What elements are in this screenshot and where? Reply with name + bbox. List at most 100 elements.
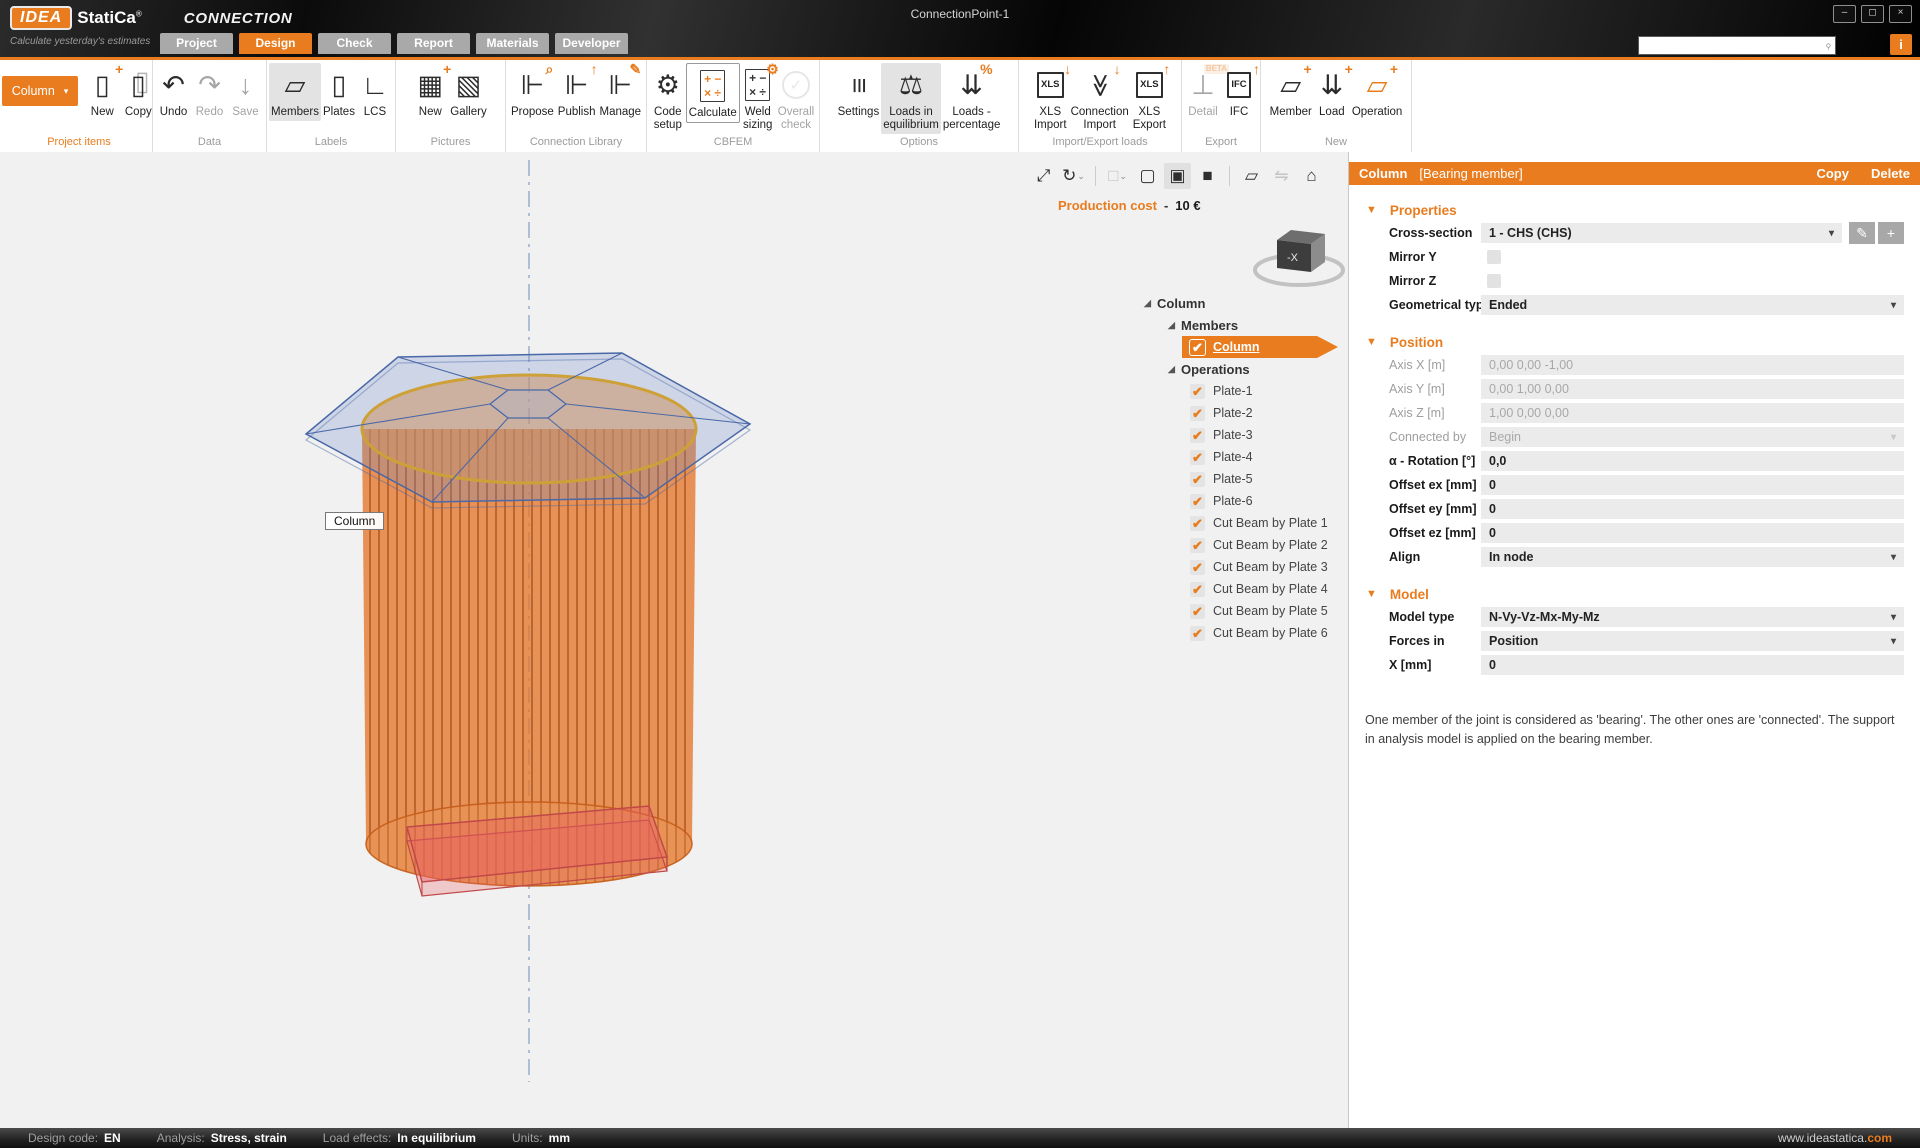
- checkbox-plate-1[interactable]: ✔: [1190, 383, 1205, 399]
- checkbox-cut-beam-by-plate-5[interactable]: ✔: [1190, 603, 1205, 619]
- delete-member-button[interactable]: Delete: [1871, 166, 1910, 181]
- project-items-selector[interactable]: Column ▾: [1, 76, 79, 106]
- gallery-button[interactable]: ▧ Gallery: [448, 63, 488, 121]
- search-input[interactable]: [1639, 39, 1823, 52]
- members-button[interactable]: ▱ Members: [269, 63, 321, 122]
- expander-icon[interactable]: ◢: [1168, 320, 1181, 331]
- tab-project[interactable]: Project: [160, 33, 233, 54]
- tree-item-plate-3[interactable]: ✔ Plate-3: [1138, 424, 1348, 446]
- website-link[interactable]: www.ideastatica.com: [1778, 1131, 1892, 1145]
- propose-connection-button[interactable]: ⊩ ⌕ Propose: [509, 62, 556, 121]
- dropdown-cross-section[interactable]: 1 - CHS (CHS) ▾: [1481, 223, 1842, 243]
- tree-item-plate-1[interactable]: ✔ Plate-1: [1138, 380, 1348, 402]
- wireframe-view-button[interactable]: ▢: [1134, 163, 1161, 189]
- code-setup-button[interactable]: ⚙ Code setup: [650, 63, 686, 134]
- checkbox-column[interactable]: ✔: [1189, 338, 1206, 356]
- checkbox-cut-beam-by-plate-1[interactable]: ✔: [1190, 515, 1205, 531]
- section-header-properties[interactable]: ▼ Properties: [1349, 199, 1920, 221]
- navigation-cube[interactable]: -X: [1247, 210, 1347, 296]
- transparent-view-button[interactable]: ▣: [1164, 163, 1191, 189]
- tab-developer[interactable]: Developer: [555, 33, 628, 54]
- checkbox-mirror-z[interactable]: [1487, 274, 1501, 288]
- new-member-button[interactable]: ▱ + Member: [1268, 62, 1314, 121]
- input-x-mm[interactable]: 0: [1481, 655, 1904, 675]
- manage-connection-button[interactable]: ⊩ ✎ Manage: [598, 62, 644, 121]
- add-cross-section-button[interactable]: +: [1878, 222, 1904, 244]
- expander-icon[interactable]: ◢: [1144, 298, 1157, 309]
- plates-button[interactable]: ▯ Plates: [321, 63, 357, 121]
- dropdown-geometrical-type[interactable]: Ended ▾: [1481, 295, 1904, 315]
- connection-import-button[interactable]: ≪ ↓ Connection Import: [1069, 62, 1131, 134]
- weld-sizing-button[interactable]: + − × ÷ ⚙ Weld sizing: [740, 62, 779, 134]
- info-button[interactable]: i: [1890, 34, 1912, 55]
- checkbox-plate-5[interactable]: ✔: [1190, 471, 1205, 487]
- tree-item-column[interactable]: ✔ Column: [1138, 336, 1348, 358]
- new-load-button[interactable]: ⇊ + Load: [1314, 62, 1353, 121]
- tab-materials[interactable]: Materials: [476, 33, 549, 54]
- dropdown-align[interactable]: In node ▾: [1481, 547, 1904, 567]
- minimize-button[interactable]: –: [1833, 5, 1856, 23]
- input-offset-ex-mm[interactable]: 0: [1481, 475, 1904, 495]
- tree-item-plate-4[interactable]: ✔ Plate-4: [1138, 446, 1348, 468]
- tree-group-operations[interactable]: ◢ Operations: [1138, 358, 1348, 380]
- xls-import-button[interactable]: XLS ↓ XLS Import: [1032, 62, 1071, 134]
- tree-item-cut-beam-by-plate-6[interactable]: ✔ Cut Beam by Plate 6: [1138, 622, 1348, 644]
- dropdown-model-type[interactable]: N-Vy-Vz-Mx-My-Mz ▾: [1481, 607, 1904, 627]
- checkbox-plate-4[interactable]: ✔: [1190, 449, 1205, 465]
- calculate-button[interactable]: + − × ÷ Calculate: [685, 63, 740, 124]
- tree-item-plate-5[interactable]: ✔ Plate-5: [1138, 468, 1348, 490]
- expander-icon[interactable]: ◢: [1168, 364, 1181, 375]
- tree-node-root[interactable]: ◢ Column: [1138, 292, 1348, 314]
- edit-cross-section-button[interactable]: ✎: [1849, 222, 1875, 244]
- checkbox-mirror-y[interactable]: [1487, 250, 1501, 264]
- checkbox-cut-beam-by-plate-3[interactable]: ✔: [1190, 559, 1205, 575]
- selection-mode-button[interactable]: □ ⌄: [1104, 163, 1131, 189]
- copy-project-item-button[interactable]: ▯ Copy: [120, 63, 156, 121]
- search-box[interactable]: ⌕: [1638, 36, 1836, 55]
- maximize-button[interactable]: ◻: [1861, 5, 1884, 23]
- tree-item-cut-beam-by-plate-2[interactable]: ✔ Cut Beam by Plate 2: [1138, 534, 1348, 556]
- tree-item-cut-beam-by-plate-3[interactable]: ✔ Cut Beam by Plate 3: [1138, 556, 1348, 578]
- tree-item-cut-beam-by-plate-5[interactable]: ✔ Cut Beam by Plate 5: [1138, 600, 1348, 622]
- input-offset-ez-mm[interactable]: 0: [1481, 523, 1904, 543]
- tree-item-cut-beam-by-plate-1[interactable]: ✔ Cut Beam by Plate 1: [1138, 512, 1348, 534]
- dropdown-forces-in[interactable]: Position ▾: [1481, 631, 1904, 651]
- checkbox-cut-beam-by-plate-2[interactable]: ✔: [1190, 537, 1205, 553]
- checkbox-plate-3[interactable]: ✔: [1190, 427, 1205, 443]
- zoom-fit-button[interactable]: ⤢: [1030, 163, 1057, 189]
- new-project-item-button[interactable]: ▯ + New: [84, 62, 124, 121]
- settings-button[interactable]: ≡ Settings: [836, 63, 882, 121]
- mirror-view-button[interactable]: ⇋: [1268, 163, 1295, 189]
- loads-percentage-button[interactable]: ⇊% Loads - percentage: [941, 62, 1003, 134]
- member-label-column[interactable]: Column: [325, 512, 385, 530]
- tab-check[interactable]: Check: [318, 33, 391, 54]
- undo-button[interactable]: ↶ Undo: [156, 63, 192, 121]
- model-viewport[interactable]: ⤢ ↻ ⌄ □ ⌄ ▢ ▣ ■ ▱ ⇋ ⌂ Production cost - 10 € -X Co…: [0, 152, 1349, 1128]
- close-button[interactable]: ×: [1889, 5, 1912, 23]
- checkbox-plate-6[interactable]: ✔: [1190, 493, 1205, 509]
- input-offset-ey-mm[interactable]: 0: [1481, 499, 1904, 519]
- loads-in-equilibrium-button[interactable]: ⚖ Loads in equilibrium: [881, 63, 941, 135]
- new-operation-button[interactable]: ▱ + Operation: [1350, 62, 1405, 121]
- checkbox-cut-beam-by-plate-4[interactable]: ✔: [1190, 581, 1205, 597]
- section-header-position[interactable]: ▼ Position: [1349, 331, 1920, 353]
- xls-export-button[interactable]: XLS ↑ XLS Export: [1131, 62, 1171, 134]
- rotate-view-button[interactable]: ↻ ⌄: [1060, 163, 1087, 189]
- checkbox-cut-beam-by-plate-6[interactable]: ✔: [1190, 625, 1205, 641]
- copy-member-button[interactable]: Copy: [1816, 166, 1849, 181]
- checkbox-plate-2[interactable]: ✔: [1190, 405, 1205, 421]
- publish-connection-button[interactable]: ⊩ ↑ Publish: [556, 62, 598, 121]
- tree-item-cut-beam-by-plate-4[interactable]: ✔ Cut Beam by Plate 4: [1138, 578, 1348, 600]
- solid-view-button[interactable]: ■: [1194, 163, 1221, 189]
- tree-group-members[interactable]: ◢ Members: [1138, 314, 1348, 336]
- home-view-button[interactable]: ⌂: [1298, 163, 1325, 189]
- new-picture-button[interactable]: ▦ + New: [412, 62, 452, 121]
- tree-item-plate-6[interactable]: ✔ Plate-6: [1138, 490, 1348, 512]
- tab-report[interactable]: Report: [397, 33, 470, 54]
- section-header-model[interactable]: ▼ Model: [1349, 583, 1920, 605]
- plate-view-button[interactable]: ▱: [1238, 163, 1265, 189]
- tree-item-plate-2[interactable]: ✔ Plate-2: [1138, 402, 1348, 424]
- input-rotation[interactable]: 0,0: [1481, 451, 1904, 471]
- tab-design[interactable]: Design: [239, 33, 312, 54]
- ifc-export-button[interactable]: IFC ↑ IFC: [1221, 62, 1260, 121]
